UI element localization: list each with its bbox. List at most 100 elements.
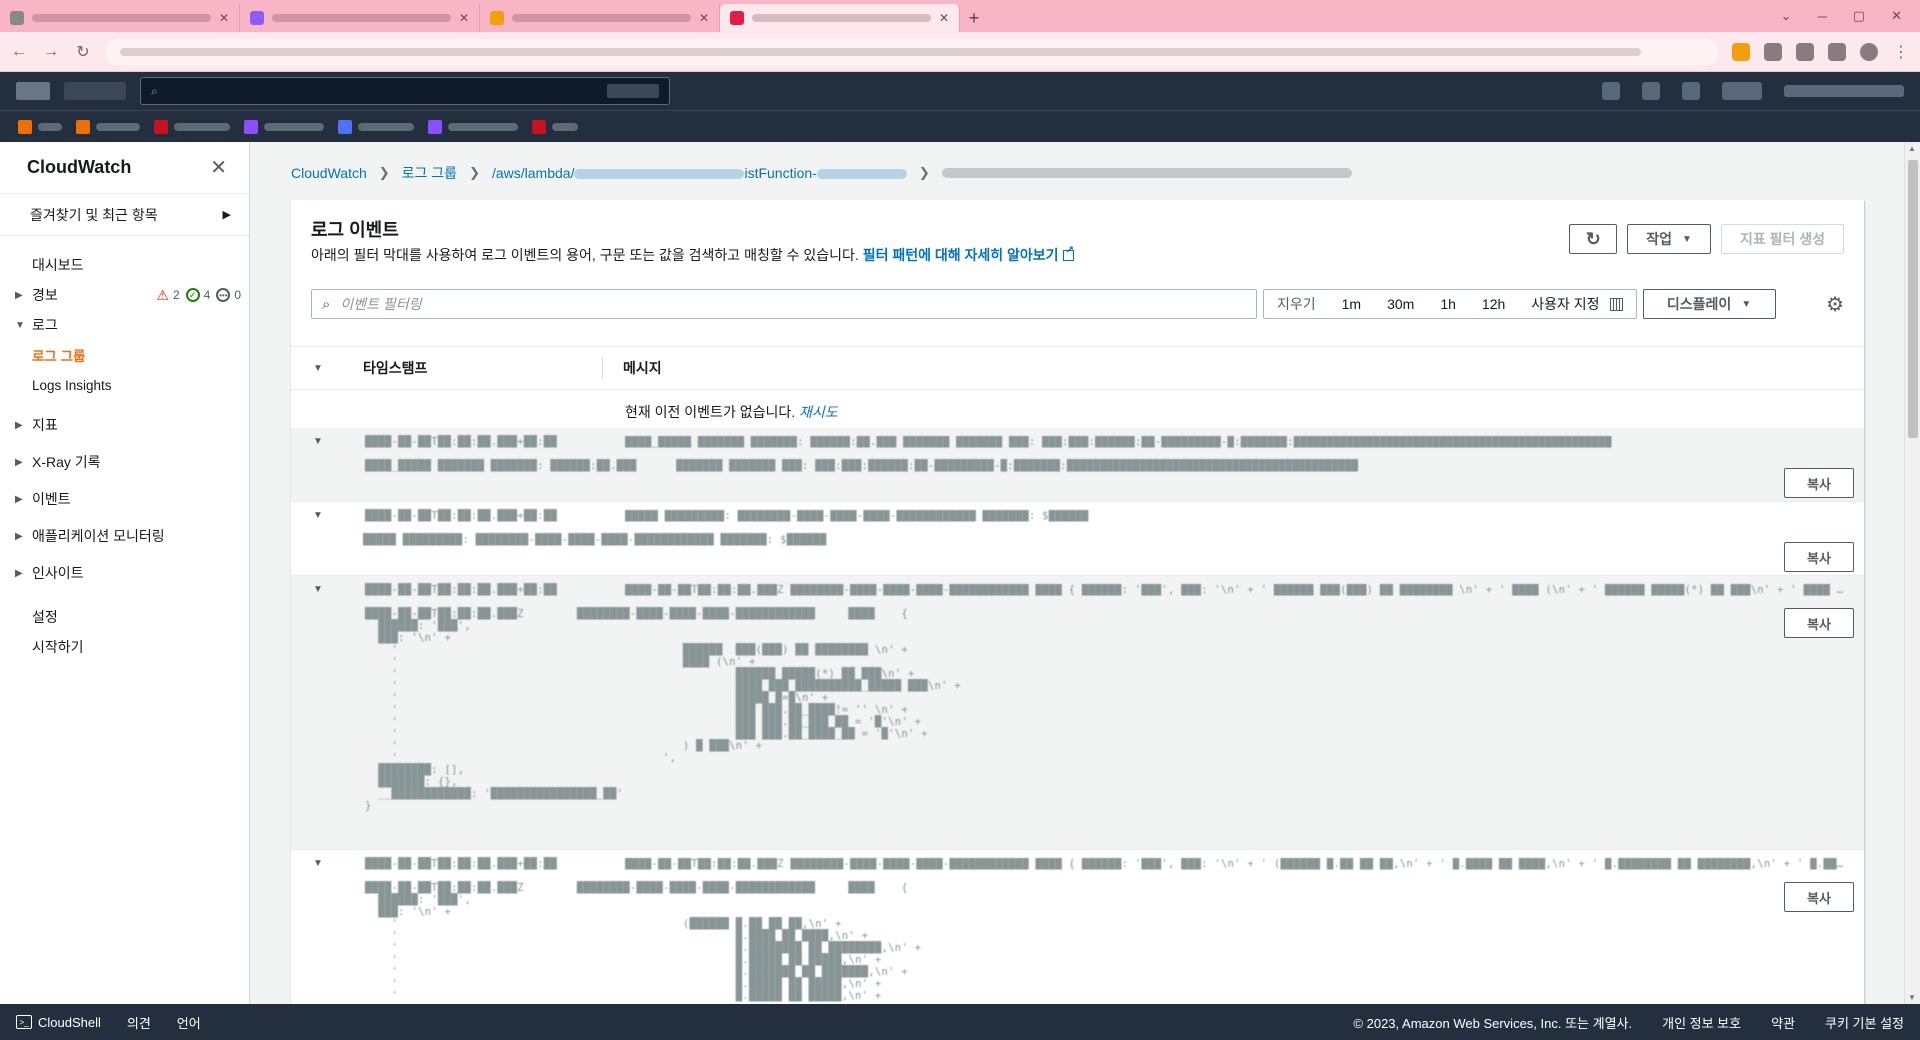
copy-button[interactable]: 복사: [1784, 608, 1854, 638]
breadcrumb-cloudwatch[interactable]: CloudWatch: [291, 165, 367, 181]
favorite-service[interactable]: [532, 119, 578, 134]
close-tab-icon[interactable]: ✕: [939, 11, 949, 25]
aws-search-input[interactable]: ⌕: [140, 77, 670, 105]
sidebar-item-events[interactable]: ▶ 이벤트: [0, 484, 249, 514]
aws-logo[interactable]: [16, 82, 50, 100]
menu-icon[interactable]: ⋮: [1892, 42, 1910, 62]
sidebar-item-log-groups[interactable]: 로그 그룹: [0, 340, 249, 370]
copy-button[interactable]: 복사: [1784, 542, 1854, 572]
favorite-service[interactable]: [428, 119, 518, 134]
sidebar-item-settings[interactable]: 설정: [0, 602, 249, 632]
log-event-row[interactable]: ▼ ████-██-██T██:██:██.███+██:██ ████-██-…: [291, 576, 1864, 850]
sidebar-item-xray[interactable]: ▶ X-Ray 기록: [0, 447, 249, 477]
close-icon[interactable]: ✕: [210, 155, 227, 180]
sidebar-item-label: Logs Insights: [32, 377, 112, 393]
favorite-service[interactable]: [76, 119, 140, 134]
gear-icon[interactable]: ⚙: [1826, 292, 1844, 317]
account-menu[interactable]: [1784, 85, 1904, 97]
browser-tab[interactable]: ✕: [480, 4, 720, 32]
extension-icon[interactable]: [1732, 42, 1750, 61]
chevron-down-icon[interactable]: ⌄: [1781, 8, 1792, 24]
forward-icon[interactable]: →: [42, 43, 60, 61]
range-custom[interactable]: 사용자 지정: [1518, 290, 1635, 318]
favorites-and-recents[interactable]: 즐겨찾기 및 최근 항목 ▶: [0, 194, 249, 236]
breadcrumb-log-group[interactable]: /aws/lambda/istFunction-: [492, 165, 907, 181]
log-event-row[interactable]: ▼ ████-██-██T██:██:██.███+██:██ ████-██-…: [291, 850, 1864, 1004]
favorite-service[interactable]: [338, 119, 414, 134]
scrollbar-thumb[interactable]: [1908, 160, 1918, 438]
close-window-icon[interactable]: ✕: [1891, 8, 1902, 24]
close-tab-icon[interactable]: ✕: [459, 11, 469, 25]
cookie-preferences-link[interactable]: 쿠키 기본 설정: [1825, 1013, 1904, 1032]
scroll-up-icon[interactable]: ▲: [1908, 144, 1916, 153]
back-icon[interactable]: ←: [10, 43, 28, 61]
feedback-link[interactable]: 의견: [127, 1013, 151, 1032]
caret-down-icon[interactable]: ▼: [313, 436, 323, 447]
range-30m[interactable]: 30m: [1374, 290, 1427, 318]
display-button[interactable]: 디스플레이 ▼: [1642, 289, 1776, 319]
maximize-icon[interactable]: ▢: [1853, 8, 1865, 24]
actions-button[interactable]: 작업 ▼: [1627, 224, 1711, 254]
cloudshell-link[interactable]: >_ CloudShell: [16, 1015, 101, 1030]
sidebar-item-label: 로그: [32, 317, 58, 333]
sidebar-item-logs-insights[interactable]: Logs Insights: [0, 370, 249, 400]
url-field[interactable]: [106, 38, 1718, 65]
services-menu-button[interactable]: [64, 82, 126, 100]
sidebar-item-metrics[interactable]: ▶ 지표: [0, 410, 249, 440]
retry-link[interactable]: 재시도: [799, 404, 838, 420]
clear-time-button[interactable]: 지우기: [1264, 290, 1329, 318]
close-tab-icon[interactable]: ✕: [699, 11, 709, 25]
browser-tab[interactable]: ✕: [240, 4, 480, 32]
sidebar-item-application-monitoring[interactable]: ▶ 애플리케이션 모니터링: [0, 521, 249, 551]
create-metric-filter-button[interactable]: 지표 필터 생성: [1720, 224, 1844, 254]
search-shortcut-hint: [607, 84, 659, 98]
sidebar-item-insights[interactable]: ▶ 인사이트: [0, 558, 249, 588]
log-event-row[interactable]: ▼ ████-██-██T██:██:██.███+██:██ █████ ██…: [291, 502, 1864, 576]
breadcrumb-log-groups[interactable]: 로그 그룹: [402, 163, 457, 183]
extension-icon[interactable]: [1828, 42, 1846, 61]
terms-link[interactable]: 약관: [1771, 1013, 1795, 1032]
region-selector[interactable]: [1722, 82, 1762, 100]
scroll-down-icon[interactable]: ▼: [1908, 993, 1916, 1002]
favorite-service[interactable]: [244, 119, 324, 134]
learn-more-link[interactable]: 필터 패턴에 대해 자세히 알아보기: [863, 245, 1074, 263]
extension-icon[interactable]: [1764, 42, 1782, 61]
favorite-service[interactable]: [18, 119, 62, 134]
range-1h[interactable]: 1h: [1427, 290, 1469, 318]
copy-button[interactable]: 복사: [1784, 882, 1854, 912]
refresh-button[interactable]: ↻: [1569, 224, 1618, 254]
new-tab-button[interactable]: +: [960, 4, 988, 32]
timestamp-column-header[interactable]: 타임스탬프: [363, 358, 603, 378]
sidebar-item-getting-started[interactable]: 시작하기: [0, 632, 249, 662]
sidebar-item-dashboards[interactable]: 대시보드: [0, 250, 249, 280]
gear-icon[interactable]: [1682, 82, 1700, 100]
log-event-row[interactable]: ▼ ████-██-██T██:██:██.███+██:██ ████_███…: [291, 428, 1864, 502]
profile-avatar[interactable]: [1860, 42, 1878, 61]
privacy-link[interactable]: 개인 정보 보호: [1662, 1013, 1741, 1032]
page-scrollbar[interactable]: ▲ ▼: [1904, 142, 1920, 1004]
caret-down-icon[interactable]: ▼: [313, 858, 323, 869]
filter-events-field[interactable]: ⌕: [311, 289, 1257, 319]
copy-button[interactable]: 복사: [1784, 468, 1854, 498]
notifications-icon[interactable]: [1642, 82, 1660, 100]
minimize-icon[interactable]: ─: [1818, 9, 1827, 24]
side-nav-title[interactable]: CloudWatch: [27, 157, 131, 178]
close-tab-icon[interactable]: ✕: [219, 11, 229, 25]
range-12h[interactable]: 12h: [1469, 290, 1518, 318]
caret-down-icon[interactable]: ▼: [313, 510, 323, 521]
sidebar-item-logs[interactable]: ▼ 로그: [0, 310, 249, 340]
expand-all-toggle[interactable]: ▼: [291, 363, 363, 374]
range-1m[interactable]: 1m: [1329, 290, 1374, 318]
calendar-icon: [1609, 297, 1623, 311]
caret-down-icon[interactable]: ▼: [313, 584, 323, 595]
language-link[interactable]: 언어: [177, 1013, 201, 1032]
sidebar-item-alarms[interactable]: ▶ 경보 ⚠ 2 ✓ 4 ••• 0: [0, 280, 249, 310]
cloudshell-icon[interactable]: [1602, 82, 1620, 100]
filter-events-input[interactable]: [340, 296, 1246, 312]
browser-tab[interactable]: ✕: [0, 4, 240, 32]
reload-icon[interactable]: ↻: [74, 42, 92, 62]
favorite-service[interactable]: [154, 119, 230, 134]
browser-tab-active[interactable]: ✕: [720, 4, 960, 32]
message-column-header[interactable]: 메시지: [603, 358, 662, 378]
extension-icon[interactable]: [1796, 42, 1814, 61]
